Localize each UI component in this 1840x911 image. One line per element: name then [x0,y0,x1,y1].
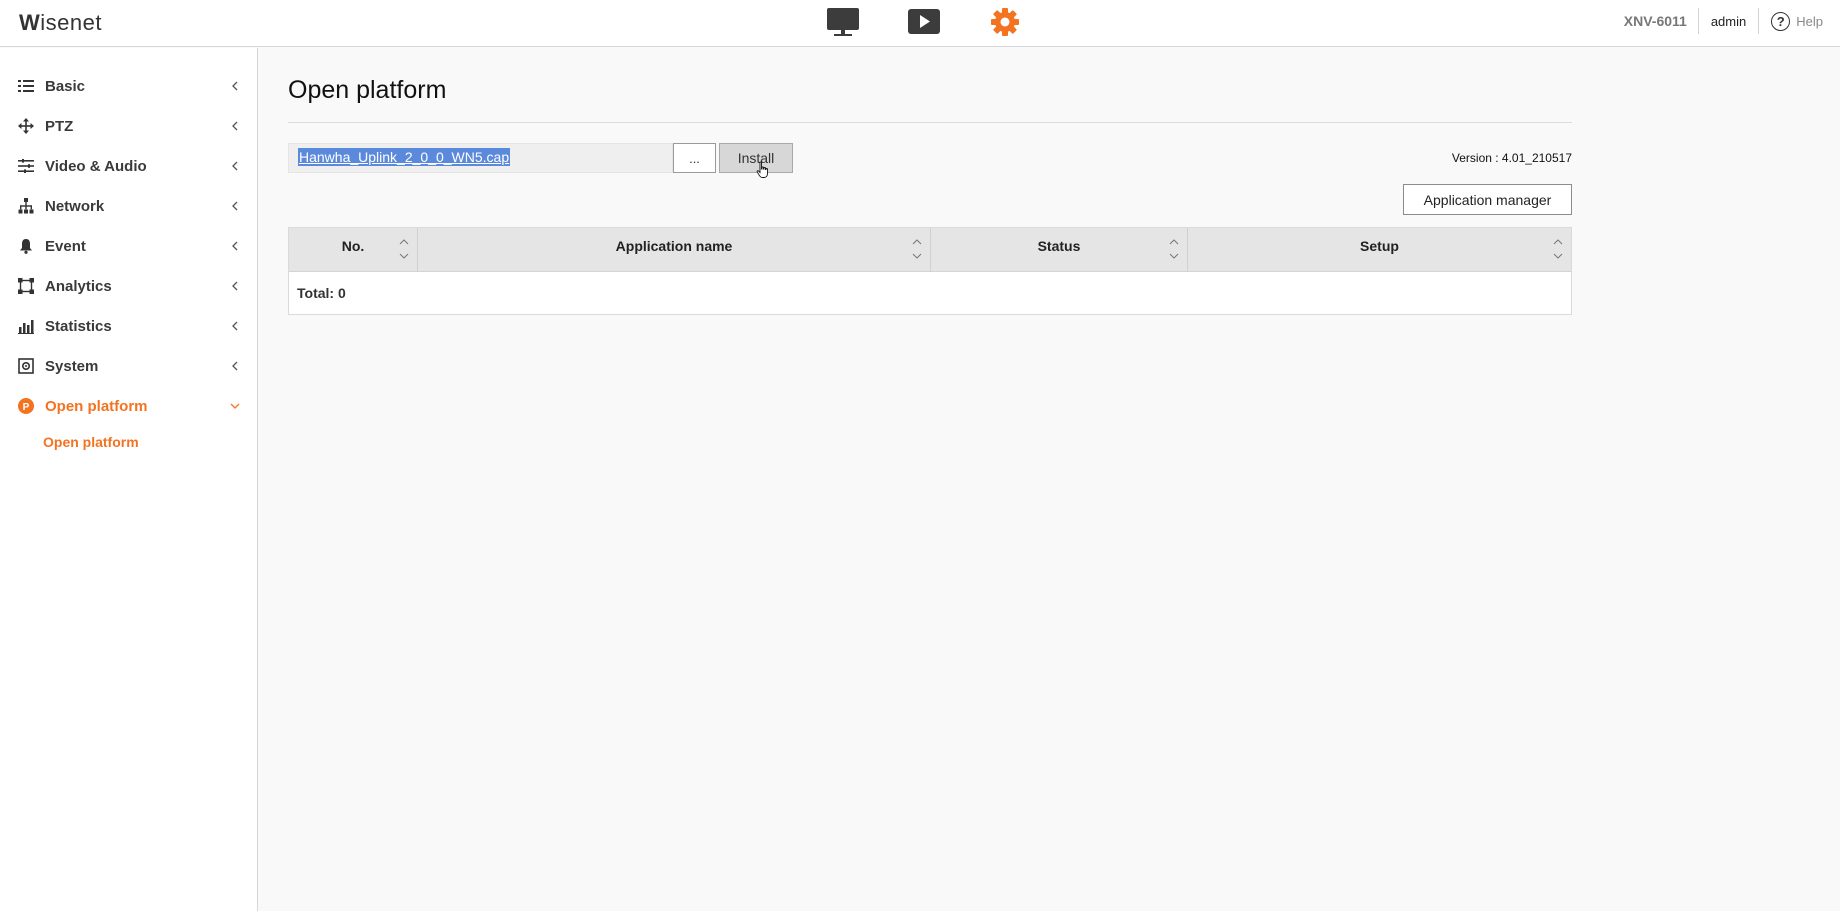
help-button[interactable]: ? Help [1759,11,1840,31]
sidebar-item-label: Video & Audio [45,157,147,175]
sidebar-subitem-open-platform[interactable]: Open platform [0,426,257,458]
bar-chart-icon [18,318,34,334]
column-header-label: No. [341,238,365,254]
sidebar-item-system[interactable]: System [0,346,257,386]
sidebar-item-label: Event [45,237,86,255]
column-header-application-name[interactable]: Application name [418,228,931,272]
column-header-label: Application name [615,238,733,254]
file-path-value: Hanwha_Uplink_2_0_0_WN5.cap [298,148,511,166]
top-bar: Wisenet XNV-6011 admin ? Help [0,0,1840,47]
hand-cursor-icon [756,161,768,178]
toolbar: Hanwha_Uplink_2_0_0_WN5.cap ... Install … [288,123,1572,227]
column-header-setup[interactable]: Setup [1188,228,1571,272]
sidebar-item-label: System [45,357,99,375]
chevron-down-icon [229,400,241,412]
chevron-left-icon [229,360,241,372]
sort-icon [1169,239,1179,259]
sort-icon [399,239,409,259]
applications-table: No. Application name Status Setup Total:… [288,227,1572,315]
column-header-label: Status [1037,238,1081,254]
column-header-no[interactable]: No. [289,228,418,272]
open-platform-badge: P [23,402,30,413]
table-total-row: Total: 0 [297,285,346,301]
sidebar-item-analytics[interactable]: Analytics [0,266,257,306]
sidebar-item-video-audio[interactable]: Video & Audio [0,146,257,186]
application-manager-button[interactable]: Application manager [1403,184,1572,215]
sidebar: Basic PTZ Video & Audio Network Event An [0,48,258,911]
analytics-icon [18,278,34,294]
sidebar-item-label: Open platform [45,397,148,415]
system-icon [18,358,34,374]
sidebar-item-network[interactable]: Network [0,186,257,226]
monitor-icon[interactable] [826,7,860,37]
chevron-left-icon [229,160,241,172]
sidebar-item-ptz[interactable]: PTZ [0,106,257,146]
playback-icon[interactable] [907,7,941,37]
sidebar-item-label: Analytics [45,277,112,295]
device-model: XNV-6011 [1623,13,1687,29]
version-text: Version : 4.01_210517 [1451,151,1572,165]
chevron-left-icon [229,200,241,212]
sort-icon [912,239,922,259]
top-right-area: XNV-6011 admin ? Help [1624,0,1840,42]
table-header: No. Application name Status Setup [289,228,1571,272]
sliders-icon [18,158,34,174]
chevron-left-icon [229,80,241,92]
sort-icon [1553,239,1563,259]
sidebar-item-label: PTZ [45,117,74,135]
sidebar-item-open-platform[interactable]: P Open platform [0,386,257,426]
bell-icon [18,238,34,254]
page-title: Open platform [288,76,447,104]
help-icon: ? [1771,11,1791,31]
user-name[interactable]: admin [1699,14,1758,29]
chevron-left-icon [229,280,241,292]
top-nav [826,7,1069,37]
settings-icon[interactable] [988,7,1022,37]
sidebar-item-basic[interactable]: Basic [0,66,257,106]
network-icon [18,198,34,214]
column-header-status[interactable]: Status [931,228,1188,272]
browse-button[interactable]: ... [673,143,716,173]
wisenet-logo[interactable]: Wisenet [19,10,102,36]
sidebar-item-label: Statistics [45,317,112,335]
column-header-label: Setup [1360,238,1399,254]
chevron-left-icon [229,120,241,132]
file-path-input[interactable]: Hanwha_Uplink_2_0_0_WN5.cap [288,143,673,173]
sidebar-item-label: Network [45,197,105,215]
sidebar-item-event[interactable]: Event [0,226,257,266]
list-icon [18,78,34,94]
main-content: Open platform Hanwha_Uplink_2_0_0_WN5.ca… [288,48,1572,315]
open-platform-icon: P [18,398,34,414]
chevron-left-icon [229,320,241,332]
help-label: Help [1796,13,1823,29]
sidebar-item-statistics[interactable]: Statistics [0,306,257,346]
sidebar-item-label: Basic [45,77,86,95]
move-icon [18,118,34,134]
chevron-left-icon [229,240,241,252]
